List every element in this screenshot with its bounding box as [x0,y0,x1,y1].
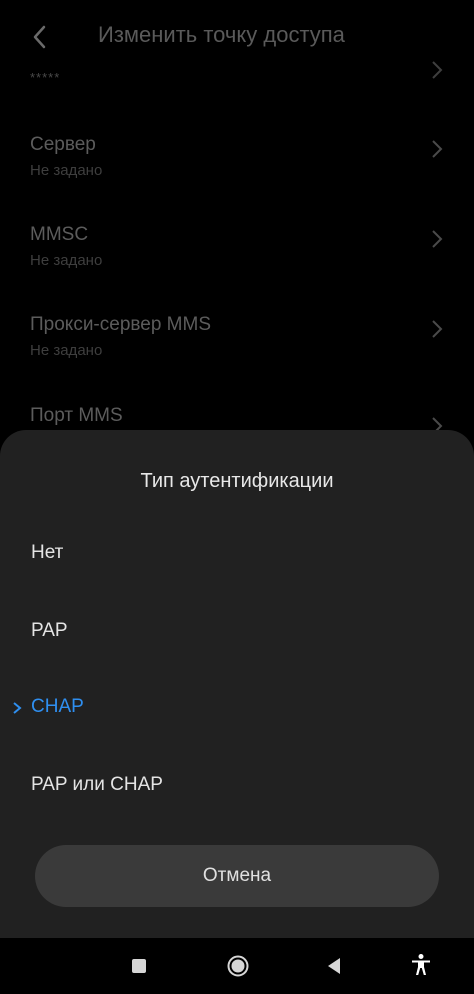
chevron-right-icon [432,230,443,248]
setting-value: Не задано [30,342,103,359]
option-pap-or-chap[interactable]: PAP или CHAP [0,764,474,808]
option-pap[interactable]: PAP [0,610,474,654]
setting-row-server[interactable]: Сервер Не задано [0,134,474,218]
accessibility-icon[interactable] [410,953,432,977]
option-label: PAP [31,620,68,641]
chevron-right-icon [432,140,443,158]
setting-label: Сервер [30,134,96,155]
chevron-right-icon [432,61,443,79]
back-arrow-icon[interactable] [26,22,56,52]
app-header: Изменить точку доступа [0,0,474,74]
setting-value: Не задано [30,162,103,179]
option-label: PAP или CHAP [31,774,163,795]
option-label: Нет [31,542,64,563]
option-label: CHAP [31,696,84,717]
masked-value: ***** [30,70,61,85]
option-none[interactable]: Нет [0,532,474,576]
page-title: Изменить точку доступа [98,22,345,47]
setting-value: Не задано [30,252,103,269]
cancel-button[interactable]: Отмена [35,845,439,907]
cancel-button-label: Отмена [202,865,272,886]
selected-chevron-icon [13,702,22,714]
option-chap[interactable]: CHAP [0,686,474,730]
auth-type-dialog: Тип аутентификации Нет PAP CHAP PAP или … [0,430,474,938]
setting-label: Порт MMS [30,405,123,426]
setting-row-mms-proxy[interactable]: Прокси-сервер MMS Не задано [0,314,474,398]
back-triangle-icon[interactable] [326,957,342,975]
dialog-title: Тип аутентификации [140,470,334,492]
setting-row-mmsc[interactable]: MMSC Не задано [0,224,474,308]
setting-label: MMSC [30,224,89,245]
recent-apps-icon[interactable] [132,959,146,973]
chevron-right-icon [432,320,443,338]
home-icon[interactable] [226,954,250,978]
setting-label: Прокси-сервер MMS [30,314,212,335]
system-navbar [0,938,474,994]
